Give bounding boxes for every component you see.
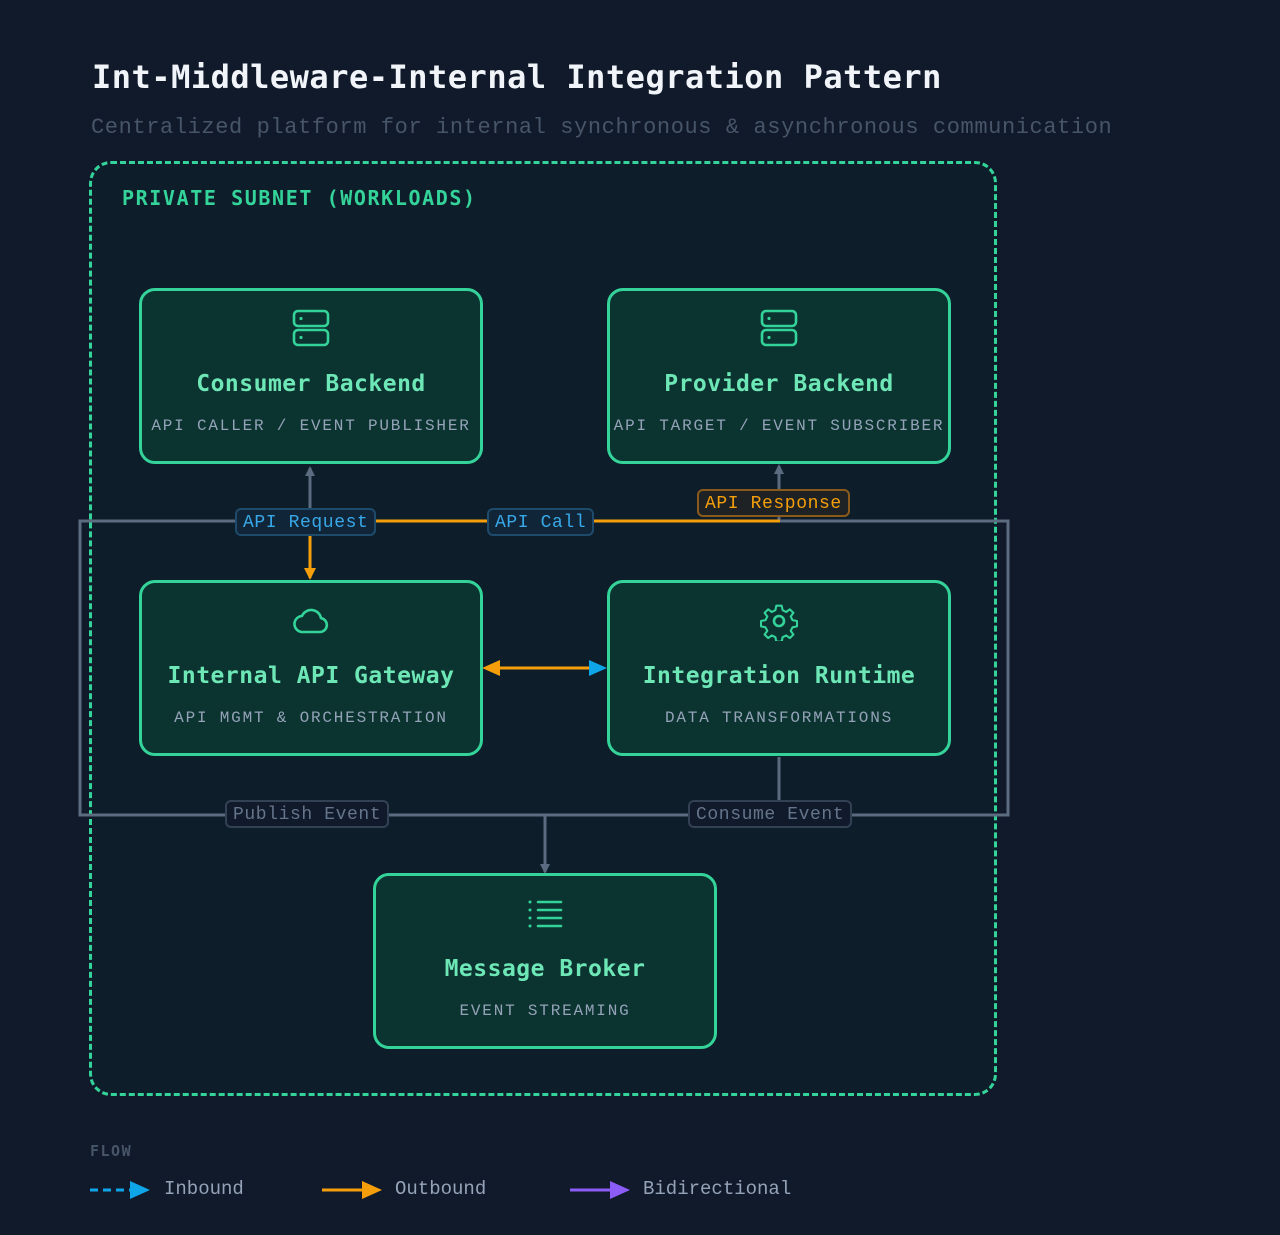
message-broker-node[interactable]: Message Broker EVENT STREAMING (373, 873, 717, 1049)
arrow-icon (570, 1181, 630, 1199)
legend-label: Bidirectional (643, 1178, 792, 1200)
node-name: Message Broker (444, 956, 646, 982)
arrow-icon (322, 1181, 382, 1199)
integration-runtime-node[interactable]: Integration Runtime DATA TRANSFORMATIONS (607, 580, 951, 756)
legend-title: FLOW (90, 1142, 133, 1160)
node-role: API TARGET / EVENT SUBSCRIBER (613, 417, 945, 435)
server-icon (760, 309, 798, 347)
cloud-icon (293, 608, 329, 634)
publish-event-label: Publish Event (225, 800, 390, 828)
consume-event-label: Consume Event (688, 800, 853, 828)
api-call-label: API Call (487, 508, 595, 536)
node-role: DATA TRANSFORMATIONS (664, 709, 894, 727)
node-name: Internal API Gateway (167, 663, 455, 689)
gear-icon (759, 604, 799, 641)
server-icon (292, 309, 330, 347)
node-name: Integration Runtime (642, 663, 916, 689)
internal-api-gateway-node[interactable]: Internal API Gateway API MGMT & ORCHESTR… (139, 580, 483, 756)
legend-label: Outbound (395, 1178, 487, 1200)
node-role: API CALLER / EVENT PUBLISHER (151, 417, 471, 435)
consumer-backend-node[interactable]: Consumer Backend API CALLER / EVENT PUBL… (139, 288, 483, 464)
node-role: API MGMT & ORCHESTRATION (174, 709, 448, 727)
node-name: Provider Backend (664, 371, 894, 397)
provider-backend-node[interactable]: Provider Backend API TARGET / EVENT SUBS… (607, 288, 951, 464)
legend-label: Inbound (164, 1178, 244, 1200)
api-response-label: API Response (697, 489, 850, 517)
dashed-arrow-icon (90, 1181, 150, 1199)
node-role: EVENT STREAMING (459, 1002, 631, 1020)
api-request-label: API Request (235, 508, 377, 536)
legend-item-inbound: Inbound (90, 1176, 270, 1204)
legend-item-bidirectional: Bidirectional (570, 1176, 830, 1204)
legend-item-outbound: Outbound (322, 1176, 522, 1204)
node-name: Consumer Backend (196, 371, 426, 397)
list-icon (528, 900, 563, 928)
